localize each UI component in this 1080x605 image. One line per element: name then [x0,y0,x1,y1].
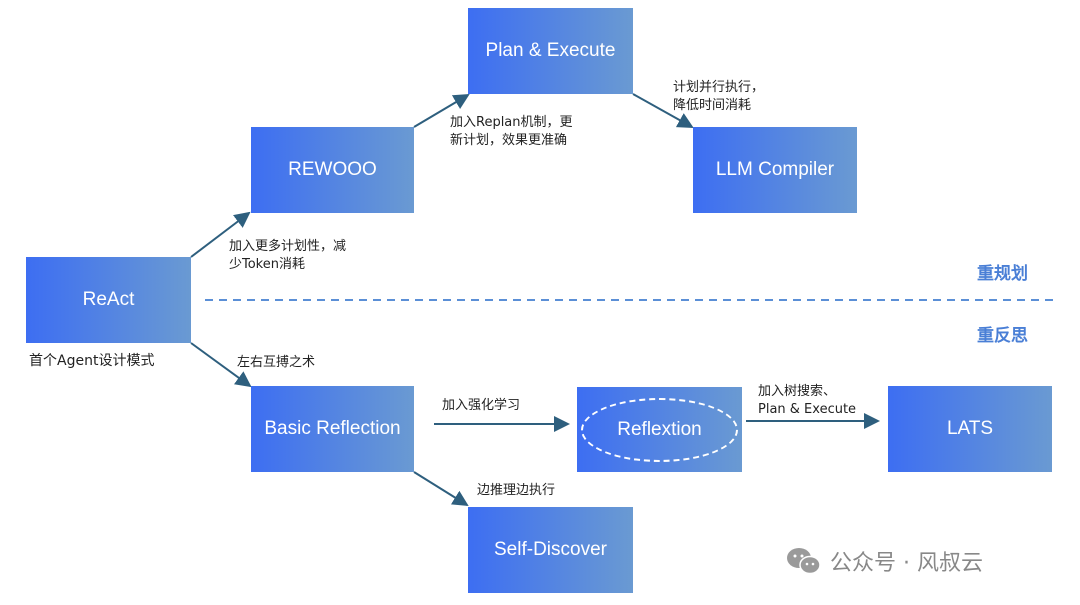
node-llm-compiler: LLM Compiler [693,127,857,213]
node-basic-reflection: Basic Reflection [251,386,414,472]
watermark-text: 公众号 · 风叔云 [830,551,983,576]
watermark: 公众号 · 风叔云 [786,545,983,577]
label-basic-self: 边推理边执行 [477,483,556,498]
label-line: Plan & Execute [758,402,857,417]
edge-basic-self [413,471,469,507]
node-lats: LATS [888,386,1052,472]
label-react-rewooo: 加入更多计划性，减 少Token消耗 [229,238,346,274]
section-label-replanning: 重规划 [977,264,1028,284]
node-self-discover: Self-Discover [468,507,633,593]
label-reflextion-lats: 加入树搜索、 Plan & Execute [758,383,856,419]
label-plan-llm: 计划并行执行， 降低时间消耗 [673,79,764,115]
label-line: 少Token消耗 [229,257,305,272]
label-line: 加入Replan机制，更 [450,115,573,130]
wechat-icon [787,548,821,575]
label-rewooo-plan: 加入Replan机制，更 新计划，效果更准确 [450,114,573,150]
label-line: 降低时间消耗 [673,98,752,113]
react-caption: 首个Agent设计模式 [29,353,155,369]
node-react: ReAct [26,257,191,343]
node-plan-execute: Plan & Execute [468,8,633,94]
label-line: 加入更多计划性，减 [229,239,347,254]
node-rewooo: REWOOO [251,127,414,213]
label-basic-reflextion: 加入强化学习 [442,398,521,413]
label-line: 新计划，效果更准确 [450,133,568,148]
node-reflextion-label: Reflextion [617,418,702,440]
label-react-basic: 左右互搏之术 [237,355,316,370]
label-line: 加入树搜索、 [758,384,837,399]
section-label-reflection: 重反思 [977,326,1028,346]
node-reflextion: Reflextion [577,387,742,472]
label-line: 计划并行执行， [673,80,765,95]
